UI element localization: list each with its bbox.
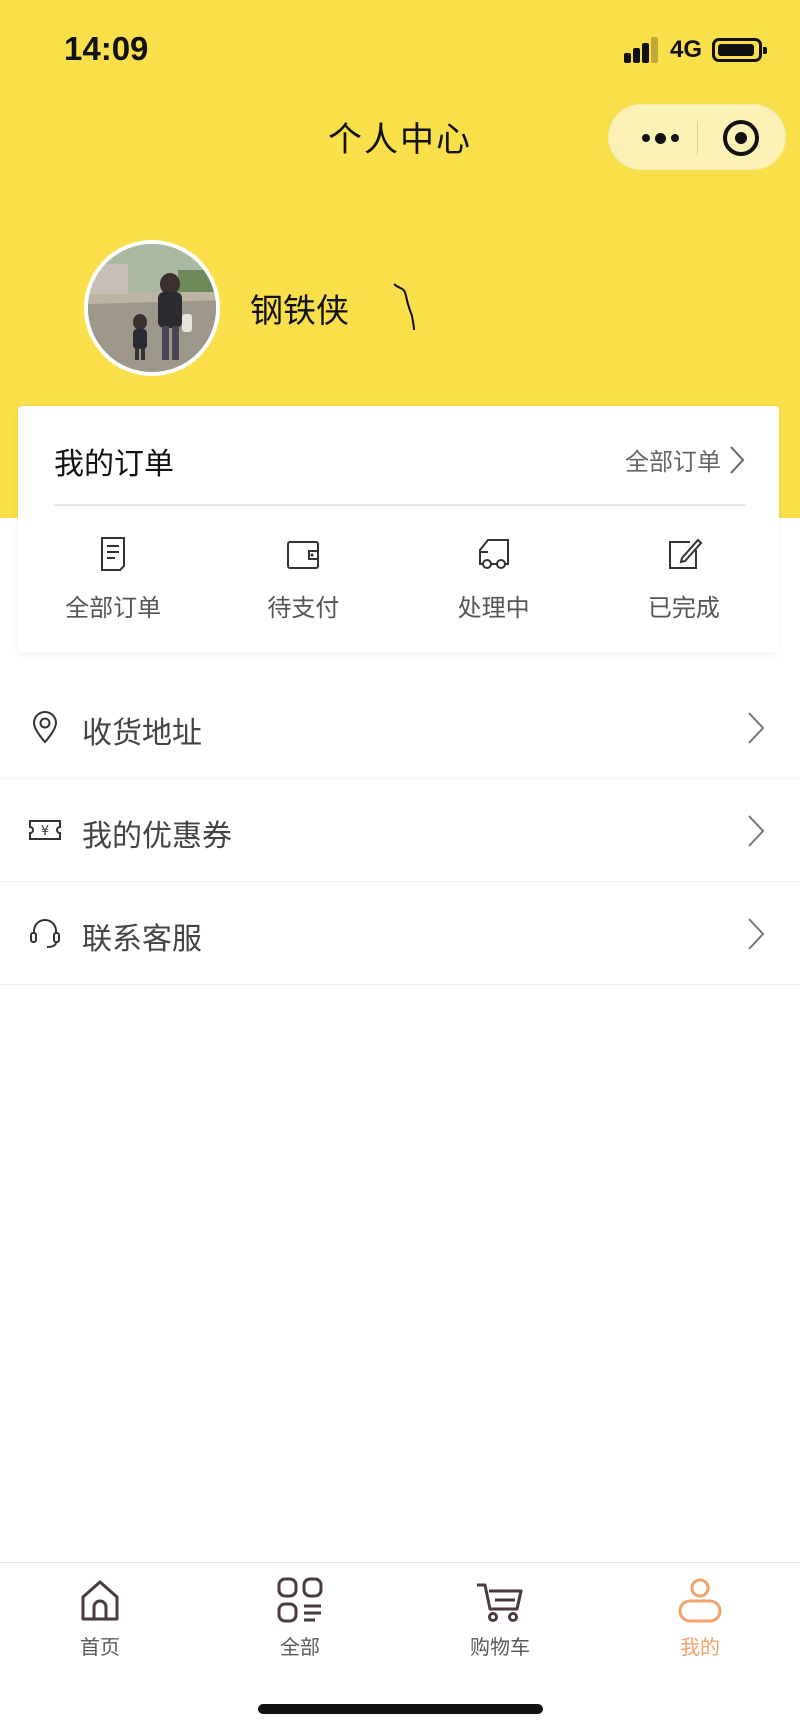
order-status-pending-payment[interactable]: 待支付 [208,534,398,623]
close-target-icon[interactable] [723,120,759,156]
menu-item-label: 联系客服 [82,922,202,957]
order-status-completed[interactable]: 已完成 [589,534,779,623]
avatar-photo [88,244,216,372]
status-time: 14:09 [64,30,149,67]
user-icon [678,1578,722,1623]
document-icon [101,537,126,571]
status-indicators: 4G [623,36,767,64]
edit-icon [668,538,703,569]
order-status-label: 已完成 [647,594,720,622]
tab-label: 我的 [680,1635,720,1659]
order-status-label: 全部订单 [65,594,162,622]
chevron-right-icon [748,712,765,744]
capsule-divider [697,121,698,155]
menu-item-label: 收货地址 [82,716,202,751]
home-icon [81,1580,119,1621]
order-header: 我的订单 全部订单 [54,406,745,506]
tab-cart[interactable]: 购物车 [440,1575,560,1660]
chevron-right-icon [730,445,745,474]
grid-list-icon [277,1577,323,1623]
status-bar: 14:09 4G [0,0,800,100]
more-icon[interactable] [635,123,685,153]
order-card: 我的订单 全部订单 全部订单 待支付 处理中 已完成 [18,406,779,652]
order-status-list: 全部订单 待支付 处理中 已完成 [18,534,779,623]
tab-label: 首页 [80,1635,120,1659]
chevron-right-icon [748,918,765,950]
tab-all[interactable]: 全部 [240,1575,360,1660]
order-status-processing[interactable]: 处理中 [399,534,589,623]
menu-item-address[interactable]: 收货地址 [0,676,800,779]
tab-home[interactable]: 首页 [40,1575,160,1660]
menu-item-label: 我的优惠券 [82,819,232,854]
decorative-squiggle [393,283,415,331]
battery-icon [712,38,767,62]
order-title: 我的订单 [54,447,174,482]
mini-program-capsule [608,104,786,170]
tab-label: 购物车 [470,1635,530,1659]
avatar[interactable] [84,240,220,376]
tab-mine[interactable]: 我的 [640,1575,760,1660]
location-icon [32,711,58,744]
coupon-icon: ¥ [29,820,61,840]
order-status-label: 处理中 [457,594,530,622]
profile-page: 14:09 4G 个人中心 钢铁侠 我的订单 全部订单 全部订单 待支付 处理中… [0,0,800,1731]
all-orders-label: 全部订单 [625,448,721,476]
wallet-icon [287,541,320,569]
all-orders-link[interactable]: 全部订单 [625,442,745,477]
signal-icon [623,37,660,63]
network-type: 4G [669,36,702,63]
home-indicator [258,1704,543,1714]
menu-item-customer-service[interactable]: 联系客服 [0,882,800,985]
cart-icon [477,1583,523,1622]
order-status-label: 待支付 [267,594,340,622]
user-name: 钢铁侠 [250,291,349,330]
order-status-all[interactable]: 全部订单 [18,534,208,623]
chevron-right-icon [748,815,765,847]
menu-list: 收货地址 ¥ 我的优惠券 联系客服 [0,676,800,985]
tab-label: 全部 [280,1635,320,1659]
svg-text:¥: ¥ [41,824,49,839]
headset-icon [30,919,60,948]
menu-item-coupons[interactable]: ¥ 我的优惠券 [0,779,800,882]
truck-icon [478,539,509,569]
